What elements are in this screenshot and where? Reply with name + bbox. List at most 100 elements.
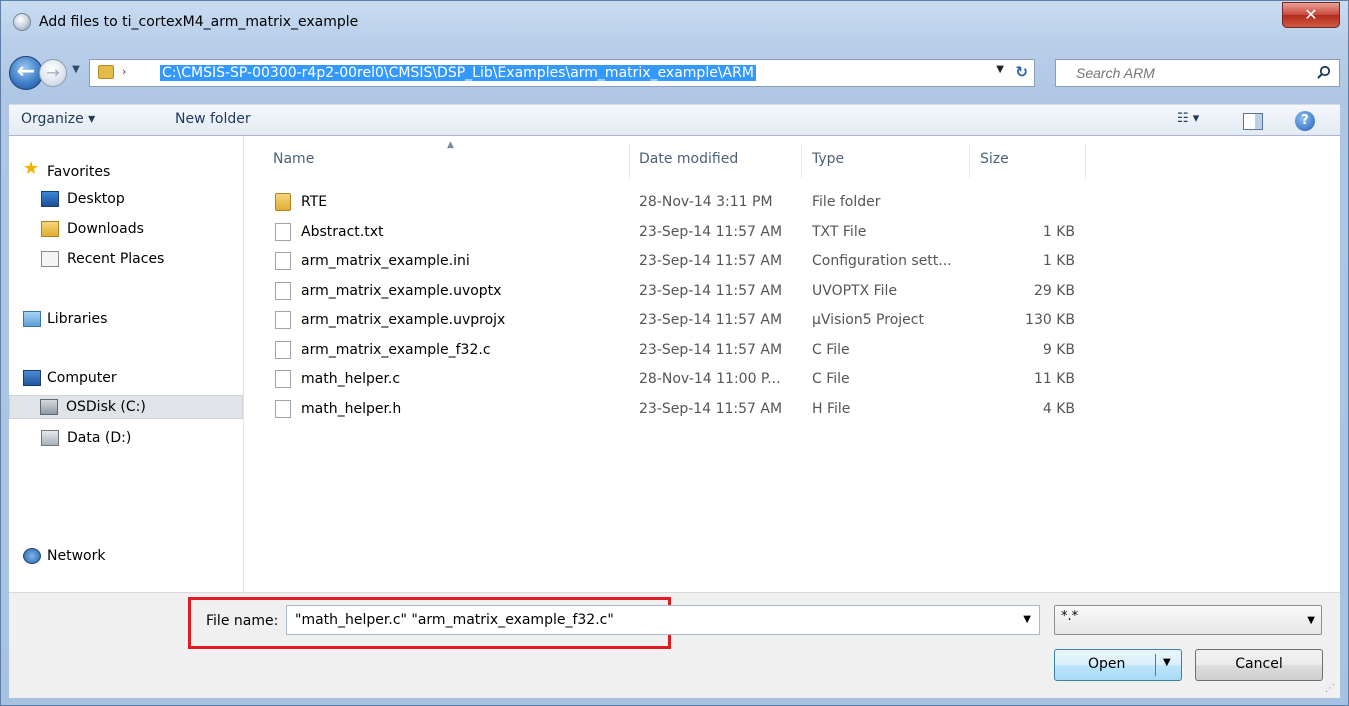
file-list: ▲ Name Date modified Type Size RTE 28-Nov… [245, 136, 1340, 592]
file-row[interactable]: math_helper.h 23-Sep-14 11:57 AM H File 4 K… [245, 398, 1340, 422]
sidebar-item-favorites[interactable]: ★ Favorites [9, 158, 243, 182]
sidebar-item-label: Downloads [67, 221, 144, 237]
file-name-input[interactable] [287, 606, 1007, 634]
sidebar-item-computer[interactable]: Computer [9, 367, 243, 391]
column-separator[interactable] [629, 144, 630, 178]
drive-icon [41, 430, 59, 446]
cancel-button-label: Cancel [1235, 656, 1283, 672]
column-header-name[interactable]: Name [273, 151, 314, 167]
file-type: Configuration sett... [812, 253, 952, 269]
search-box[interactable] [1055, 59, 1340, 87]
file-name: arm_matrix_example_f32.c [301, 341, 491, 358]
folder-icon [98, 65, 114, 79]
sidebar-item-label: Desktop [67, 191, 125, 207]
column-header-type[interactable]: Type [812, 151, 844, 167]
libraries-icon [23, 311, 41, 327]
file-date-modified: 28-Nov-14 11:00 P... [639, 371, 781, 387]
folder-icon [275, 193, 291, 211]
computer-icon [23, 370, 41, 386]
file-date-modified: 23-Sep-14 11:57 AM [639, 400, 783, 417]
column-header-size[interactable]: Size [980, 151, 1009, 167]
search-input[interactable] [1056, 60, 1306, 86]
back-button[interactable]: ← [9, 56, 43, 90]
refresh-icon[interactable]: ↻ [1015, 63, 1028, 81]
file-date-modified: 23-Sep-14 11:57 AM [639, 312, 783, 328]
file-name: Abstract.txt [301, 223, 384, 240]
config-file-icon [275, 252, 291, 270]
forward-button[interactable]: → [39, 59, 67, 87]
file-row[interactable]: Abstract.txt 23-Sep-14 11:57 AM TXT File 1 … [245, 221, 1340, 245]
file-name: arm_matrix_example.uvoptx [301, 282, 502, 299]
navigation-pane: ★ Favorites Desktop Downloads Recent Pla… [9, 136, 244, 592]
navigation-bar: ← → ▼ › C:\CMSIS-SP-00300-r4p2-00rel0\CM… [9, 56, 1340, 92]
sidebar-item-libraries[interactable]: Libraries [9, 308, 243, 332]
c-file-icon [275, 340, 291, 359]
preview-pane-icon[interactable] [1243, 113, 1263, 130]
address-bar[interactable]: › C:\CMSIS-SP-00300-r4p2-00rel0\CMSIS\DS… [89, 59, 1035, 87]
chevron-down-icon[interactable]: ▼ [1023, 614, 1031, 625]
file-row[interactable]: arm_matrix_example.ini 23-Sep-14 11:57 AM… [245, 250, 1340, 274]
c-file-icon [275, 370, 291, 388]
file-name-label: File name: [206, 613, 279, 629]
h-file-icon [275, 399, 291, 418]
cancel-button[interactable]: Cancel [1195, 649, 1323, 681]
open-button[interactable]: Open ▼ [1054, 649, 1182, 681]
sidebar-item-label: Data (D:) [67, 430, 132, 446]
sidebar-item-downloads[interactable]: Downloads [9, 218, 243, 242]
sidebar-item-label: OSDisk (C:) [66, 399, 146, 415]
split-divider [1155, 654, 1156, 676]
sidebar-item-network[interactable]: Network [9, 545, 243, 569]
command-toolbar: Organize ▾ New folder ☷ ▾ ? [9, 104, 1340, 136]
address-dropdown-icon[interactable]: ▼ [996, 64, 1004, 75]
address-path[interactable]: C:\CMSIS-SP-00300-r4p2-00rel0\CMSIS\DSP_… [160, 65, 756, 81]
address-chevron-icon[interactable]: › [122, 65, 126, 78]
file-size: 130 KB [1025, 312, 1075, 328]
close-button[interactable]: ✕ [1282, 2, 1340, 28]
window-title: Add files to ti_cortexM4_arm_matrix_exam… [39, 14, 359, 30]
file-row[interactable]: arm_matrix_example.uvprojx 23-Sep-14 11:5… [245, 309, 1340, 333]
file-name: RTE [301, 194, 328, 210]
resize-grip-icon[interactable]: ⋰ [1325, 683, 1337, 695]
help-icon[interactable]: ? [1295, 111, 1315, 131]
sidebar-item-label: Recent Places [67, 251, 165, 267]
sidebar-item-data-drive[interactable]: Data (D:) [9, 427, 243, 451]
file-size: 29 KB [1033, 282, 1075, 299]
recent-places-icon [41, 251, 59, 267]
sidebar-item-desktop[interactable]: Desktop [9, 188, 243, 212]
file-type: File folder [812, 194, 881, 210]
new-folder-button[interactable]: New folder [175, 111, 251, 127]
sidebar-item-osdisk[interactable]: OSDisk (C:) [9, 395, 243, 419]
organize-button[interactable]: Organize ▾ [21, 111, 95, 127]
sidebar-item-label: Favorites [47, 164, 111, 180]
column-separator[interactable] [969, 144, 970, 178]
file-type-filter-value: *.* [1061, 609, 1079, 624]
desktop-icon [41, 191, 59, 207]
file-row[interactable]: math_helper.c 28-Nov-14 11:00 P... C File 1… [245, 368, 1340, 392]
search-icon[interactable] [1317, 65, 1331, 79]
file-row[interactable]: RTE 28-Nov-14 3:11 PM File folder [245, 191, 1340, 215]
uvision-project-icon [275, 311, 291, 329]
chevron-down-icon[interactable]: ▼ [1307, 615, 1315, 626]
blank-file-icon [275, 281, 291, 300]
file-row[interactable]: arm_matrix_example_f32.c 23-Sep-14 11:57 … [245, 339, 1340, 363]
change-view-button[interactable]: ☷ ▾ [1177, 111, 1199, 126]
file-name: math_helper.h [301, 400, 402, 417]
column-header-date-modified[interactable]: Date modified [639, 151, 738, 167]
column-separator[interactable] [1085, 144, 1086, 178]
recent-pages-dropdown-icon[interactable]: ▼ [69, 64, 83, 80]
chevron-down-icon[interactable]: ▼ [1163, 657, 1171, 668]
file-row[interactable]: arm_matrix_example.uvoptx 23-Sep-14 11:57… [245, 280, 1340, 304]
file-type-filter[interactable]: *.* ▼ [1054, 605, 1322, 635]
file-name-field[interactable]: ▼ [286, 605, 1040, 635]
sidebar-item-recent-places[interactable]: Recent Places [9, 248, 243, 272]
column-separator[interactable] [801, 144, 802, 178]
file-size: 1 KB [1042, 223, 1075, 240]
sidebar-item-label: Network [47, 548, 106, 564]
file-date-modified: 23-Sep-14 11:57 AM [639, 223, 783, 240]
file-size: 9 KB [1042, 341, 1075, 358]
sort-ascending-icon: ▲ [447, 140, 454, 150]
file-date-modified: 28-Nov-14 3:11 PM [639, 194, 773, 210]
sidebar-item-label: Computer [47, 370, 117, 386]
file-type: C File [812, 371, 850, 387]
text-file-icon [275, 222, 291, 241]
